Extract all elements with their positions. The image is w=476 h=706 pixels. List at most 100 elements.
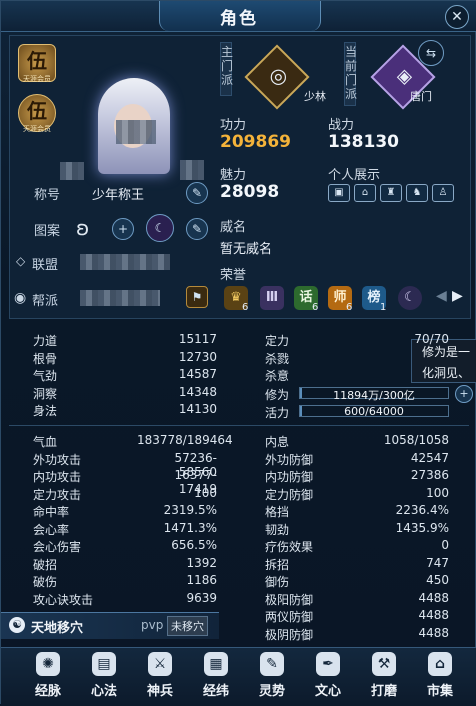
main-sect-icon[interactable]: ◎	[244, 44, 310, 110]
vip-badge[interactable]: 伍天涯会员	[18, 44, 56, 83]
nav-item-3[interactable]: ⚔ 神兵	[135, 652, 185, 704]
spirit-icon: ✎	[260, 652, 284, 676]
attr-top-left-name: 洞察	[33, 386, 58, 401]
attr-right-name: 外功防御	[265, 452, 314, 467]
vip-badge-char: 伍	[27, 49, 47, 73]
meili-label: 魅力	[220, 168, 247, 183]
attr-left-name: 破招	[33, 557, 58, 572]
nav-item-8[interactable]: ⌂ 市集	[415, 652, 465, 704]
honor-count: 6	[242, 302, 249, 313]
huoli-bar-text: 600/64000	[344, 405, 404, 418]
gongli-value: 209869	[220, 132, 291, 152]
xiuwei-label: 修为	[265, 388, 290, 402]
nav-item-4[interactable]: ▦ 经纬	[191, 652, 241, 704]
attr-right-name: 内息	[265, 435, 290, 449]
edit-title-button[interactable]: ✎	[186, 182, 208, 204]
attr-right-value: 27386	[410, 468, 449, 482]
scroll-right-icon[interactable]: ▶	[452, 288, 463, 304]
hammer-icon: ⚒	[372, 652, 396, 676]
vip-badge-caption: 天涯会员	[23, 75, 51, 83]
attr-left-name: 会心伤害	[33, 540, 82, 554]
guild-icon: ⚑	[191, 290, 203, 304]
eye-icon: ◉	[14, 290, 27, 306]
weapon-icon: ⚔	[148, 652, 172, 676]
pattern-emblem[interactable]: ☾	[146, 214, 174, 242]
skill-tab-mode: pvp	[141, 618, 164, 632]
pattern-swirl-icon: ʚ	[76, 216, 90, 240]
attr-right-name: 韧劲	[265, 522, 290, 537]
scroll-left-icon[interactable]: ◀	[436, 288, 447, 304]
attr-right-value: 2236.4%	[395, 503, 449, 517]
personal-label: 个人展示	[328, 168, 381, 183]
weiming-value: 暂无威名	[220, 242, 273, 257]
nav-label: 市集	[426, 684, 453, 699]
house-icon[interactable]: ⌂	[354, 184, 376, 202]
attr-left-value: 1471.3%	[163, 520, 217, 535]
swap-icon: ⇆	[425, 46, 437, 60]
attr-right-name: 格挡	[265, 505, 290, 519]
attr-right-name: 定力防御	[265, 487, 314, 502]
nav-label: 神兵	[146, 684, 173, 699]
switch-sect-button[interactable]: ⇆	[418, 40, 444, 66]
nav-item-7[interactable]: ⚒ 打磨	[359, 652, 409, 704]
close-button[interactable]: ✕	[445, 5, 469, 29]
meili-value: 28098	[220, 182, 280, 202]
honor-label: 荣誉	[220, 268, 247, 283]
plus-icon: +	[117, 222, 129, 236]
skill-tab-status: 未移穴	[167, 616, 208, 636]
attr-top-right-name: 杀意	[265, 369, 290, 384]
attr-left-value: 183778/189464	[137, 433, 233, 447]
attr-top-left-value: 14130	[178, 402, 217, 417]
nav-label: 文心	[314, 684, 341, 699]
pattern-label: 图案	[34, 224, 61, 239]
nav-label: 打磨	[370, 684, 397, 699]
nav-label: 灵势	[258, 684, 285, 699]
main-sect-name: 少林	[304, 90, 326, 103]
attr-left-name: 命中率	[33, 505, 70, 519]
castle-icon[interactable]: ♜	[380, 184, 402, 202]
attr-right-value: 0	[441, 538, 449, 552]
map-icon: ▦	[204, 652, 228, 676]
attr-left-name: 攻心诀攻击	[33, 592, 94, 607]
attr-top-left-value: 15117	[178, 332, 217, 346]
title-value: 少年称王	[92, 188, 145, 203]
vip-medal[interactable]: 伍天涯会员	[18, 94, 56, 133]
blurred-text	[60, 162, 84, 180]
nav-label: 经脉	[34, 684, 61, 699]
nav-item-2[interactable]: ▤ 心法	[79, 652, 129, 704]
attr-right-name: 拆招	[265, 557, 290, 572]
blurred-guild	[80, 290, 160, 306]
xiuwei-bar-text: 11894万/300亿	[333, 389, 415, 402]
attr-right-name: 两仪防御	[265, 610, 314, 624]
add-pattern-button[interactable]: +	[112, 218, 134, 240]
guild-emblem[interactable]: ⚑	[186, 286, 208, 308]
huoli-bar: 600/64000	[299, 405, 449, 418]
blurred-name	[116, 120, 156, 144]
nav-item-5[interactable]: ✎ 灵势	[247, 652, 297, 704]
vip-medal-caption: 天涯会员	[23, 125, 51, 133]
attr-top-right-name: 定力	[265, 334, 290, 348]
attr-left-value: 2319.5%	[163, 503, 217, 517]
gongli-label: 功力	[220, 118, 247, 133]
skill-tab[interactable]: ☯ 天地移穴 pvp 未移穴	[1, 612, 219, 639]
id-card-icon[interactable]: ▣	[328, 184, 350, 202]
honor-count: 6	[346, 302, 353, 313]
nav-item-6[interactable]: ✒ 文心	[303, 652, 353, 704]
honor-tier-icon[interactable]: Ⅲ	[260, 286, 284, 310]
pen-icon: ✎	[191, 186, 203, 200]
honor-moon-icon[interactable]: ☾	[398, 286, 422, 310]
attr-right-value: 42547	[410, 450, 449, 465]
edit-pattern-button[interactable]: ✎	[186, 218, 208, 240]
attr-left-value: 656.5%	[171, 538, 217, 552]
attr-right-value: 4488	[418, 625, 449, 640]
title-label: 称号	[34, 188, 61, 203]
xiuwei-plus-button[interactable]: +	[455, 385, 473, 403]
horse-icon[interactable]: ♞	[406, 184, 428, 202]
nav-item-1[interactable]: ✺ 经脉	[23, 652, 73, 704]
tooltip-line: 化洞见、	[422, 366, 471, 380]
bottom-nav: ✺ 经脉 ▤ 心法 ⚔ 神兵 ▦ 经纬 ✎ 灵势 ✒ 文心 ⚒ 打磨 ⌂ 市集	[1, 647, 476, 706]
meridian-icon: ✺	[36, 652, 60, 676]
yin-yang-icon: ☯	[9, 617, 25, 633]
outfit-icon[interactable]: ♙	[432, 184, 454, 202]
attr-right-value: 4488	[418, 608, 449, 622]
